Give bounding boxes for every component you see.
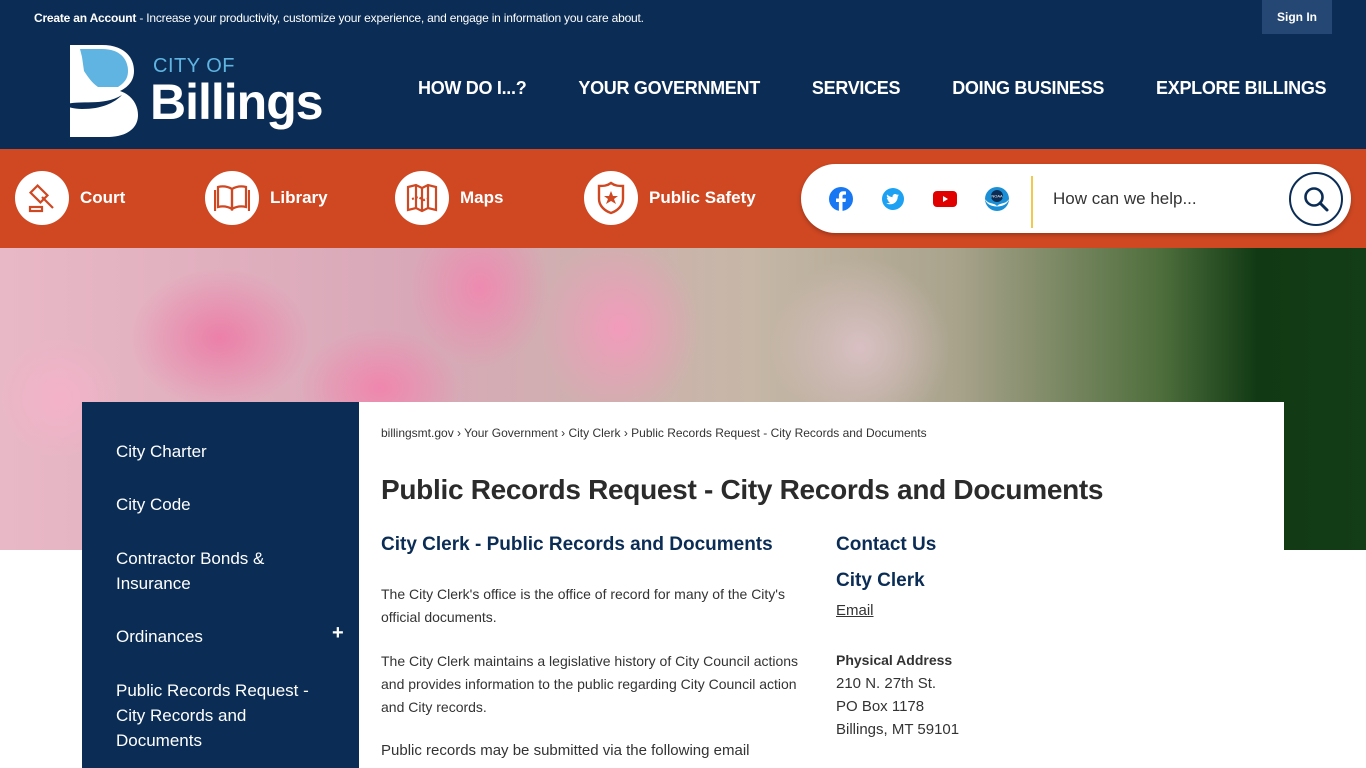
submission-paragraph: Public records may be submitted via the … — [381, 742, 750, 759]
breadcrumb-home[interactable]: billingsmt.gov — [381, 426, 454, 440]
logo-billings: Billings — [150, 74, 324, 130]
expand-plus-icon[interactable]: + — [332, 622, 344, 645]
intro-paragraph: The City Clerk's office is the office of… — [381, 586, 785, 625]
search-divider — [1031, 176, 1033, 228]
legislative-paragraph: The City Clerk maintains a legislative h… — [381, 653, 799, 715]
sidebar-item-ordinances[interactable]: Ordinances — [116, 624, 316, 649]
breadcrumb-your-government[interactable]: Your Government — [464, 426, 558, 440]
breadcrumb-city-clerk[interactable]: City Clerk — [568, 426, 620, 440]
contact-heading: Contact Us — [836, 534, 937, 555]
quicklink-maps[interactable]: Maps — [395, 171, 503, 225]
utility-bar: Create an Account - Increase your produc… — [0, 0, 1366, 36]
youtube-icon[interactable] — [933, 187, 957, 211]
main-nav: HOW DO I...? YOUR GOVERNMENT SERVICES DO… — [418, 78, 1327, 99]
twitter-icon[interactable] — [881, 187, 905, 211]
city-logo[interactable]: CITY OF Billings — [62, 43, 324, 139]
quicklinks-bar: Court Library Maps Public Safety NOAA — [0, 149, 1366, 248]
address-line: PO Box 1178 — [836, 698, 925, 715]
address-label: Physical Address — [836, 652, 953, 668]
nav-services[interactable]: SERVICES — [812, 78, 901, 99]
quicklink-label: Public Safety — [649, 188, 756, 207]
nav-explore-billings[interactable]: EXPLORE BILLINGS — [1156, 78, 1327, 99]
badge-icon — [584, 171, 638, 225]
address-line: Billings, MT 59101 — [836, 721, 960, 738]
quicklink-label: Court — [80, 188, 126, 207]
search-input[interactable] — [1053, 186, 1273, 212]
sign-in-button[interactable]: Sign In — [1262, 0, 1332, 34]
site-header: CITY OF Billings HOW DO I...? YOUR GOVER… — [0, 36, 1366, 149]
address-line: 210 N. 27th St. — [836, 675, 937, 692]
svg-text:NOAA: NOAA — [991, 194, 1003, 199]
noaa-icon[interactable]: NOAA — [985, 187, 1009, 211]
sidebar-item-city-code[interactable]: City Code — [116, 492, 316, 517]
billings-b-logo-icon — [62, 45, 138, 137]
gavel-icon — [15, 171, 69, 225]
map-icon — [395, 171, 449, 225]
create-account-banner: Create an Account - Increase your produc… — [34, 11, 644, 25]
contact-name: City Clerk — [836, 570, 925, 591]
page-title: Public Records Request - City Records an… — [381, 474, 1104, 505]
quicklink-label: Maps — [460, 188, 504, 207]
breadcrumb-current: Public Records Request - City Records an… — [631, 426, 927, 440]
sidebar-nav: City Charter City Code Contractor Bonds … — [82, 402, 359, 768]
sidebar-item-contractor-bonds[interactable]: Contractor Bonds & Insurance — [116, 546, 286, 596]
search-button[interactable] — [1289, 172, 1343, 226]
section-title: City Clerk - Public Records and Document… — [381, 534, 773, 555]
quicklink-court[interactable]: Court — [15, 171, 125, 225]
quicklink-public-safety[interactable]: Public Safety — [584, 171, 756, 225]
create-account-link[interactable]: Create an Account — [34, 11, 136, 25]
facebook-icon[interactable] — [829, 187, 853, 211]
nav-your-government[interactable]: YOUR GOVERNMENT — [578, 78, 760, 99]
main-content: billingsmt.gov › Your Government › City … — [359, 402, 1284, 768]
nav-how-do-i[interactable]: HOW DO I...? — [418, 78, 527, 99]
account-banner-text: - Increase your productivity, customize … — [136, 11, 644, 25]
contact-email-link[interactable]: Email — [836, 602, 874, 619]
quicklink-library[interactable]: Library — [205, 171, 328, 225]
search-icon — [1304, 187, 1329, 212]
book-icon — [205, 171, 259, 225]
sidebar-item-city-charter[interactable]: City Charter — [116, 439, 316, 464]
quicklink-label: Library — [270, 188, 328, 207]
breadcrumb: billingsmt.gov › Your Government › City … — [381, 426, 927, 440]
nav-doing-business[interactable]: DOING BUSINESS — [952, 78, 1104, 99]
search-bar: NOAA — [801, 164, 1351, 233]
sidebar-item-public-records[interactable]: Public Records Request - City Records an… — [116, 678, 316, 753]
